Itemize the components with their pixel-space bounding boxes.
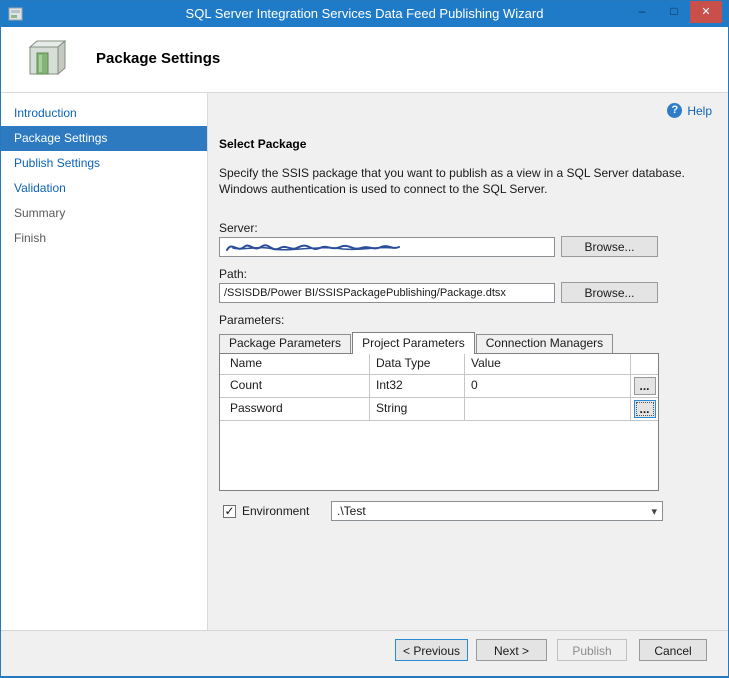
section-description: Specify the SSIS package that you want t… [219, 165, 693, 197]
page-title: Package Settings [96, 50, 220, 67]
environment-dropdown[interactable]: .\Test ▾ [331, 501, 663, 521]
parameters-label: Parameters: [219, 313, 284, 327]
wizard-header: Package Settings [1, 27, 728, 93]
parameters-grid: Name Data Type Value Count Int32 0 ... [220, 354, 658, 421]
sidebar-item-finish: Finish [1, 226, 207, 251]
maximize-button[interactable]: □ [660, 1, 688, 23]
cell-value[interactable] [465, 398, 631, 420]
parameters-block: Package Parameters Project Parameters Co… [219, 331, 659, 491]
chevron-down-icon: ▾ [651, 503, 657, 521]
environment-checkbox[interactable]: ✓ [223, 505, 236, 518]
sidebar-item-package-settings[interactable]: Package Settings [1, 126, 207, 151]
minimize-button[interactable]: – [628, 1, 656, 23]
wizard-footer: < Previous Next > Publish Cancel [1, 630, 728, 676]
table-row[interactable]: Count Int32 0 ... [220, 375, 658, 398]
parameters-grid-panel: Name Data Type Value Count Int32 0 ... [219, 353, 659, 491]
edit-value-button[interactable]: ... [634, 400, 656, 418]
tab-package-parameters[interactable]: Package Parameters [219, 334, 351, 353]
package-settings-icon [25, 38, 67, 80]
parameters-tab-strip: Package Parameters Project Parameters Co… [219, 331, 659, 353]
help-link[interactable]: ? Help [667, 103, 712, 118]
tab-connection-managers[interactable]: Connection Managers [476, 334, 613, 353]
server-input[interactable] [219, 237, 555, 257]
path-label: Path: [219, 267, 247, 281]
main-content: ? Help Select Package Specify the SSIS p… [209, 93, 728, 630]
next-button[interactable]: Next > [476, 639, 547, 661]
environment-label: Environment [242, 504, 309, 518]
title-bar: SQL Server Integration Services Data Fee… [1, 1, 728, 27]
cell-actions: ... [631, 375, 658, 397]
cell-actions: ... [631, 398, 658, 420]
cell-data-type: String [370, 398, 465, 420]
sidebar-item-summary: Summary [1, 201, 207, 226]
section-title: Select Package [219, 137, 306, 151]
publish-button: Publish [557, 639, 627, 661]
help-icon: ? [667, 103, 682, 118]
cell-name: Count [220, 375, 370, 397]
cancel-button[interactable]: Cancel [639, 639, 707, 661]
server-browse-button[interactable]: Browse... [561, 236, 658, 257]
help-label: Help [687, 104, 712, 118]
close-button[interactable]: ✕ [690, 1, 722, 23]
tab-project-parameters[interactable]: Project Parameters [352, 332, 475, 354]
previous-button[interactable]: < Previous [395, 639, 468, 661]
column-header-actions [631, 354, 658, 374]
wizard-window: SQL Server Integration Services Data Fee… [0, 0, 729, 678]
column-header-name[interactable]: Name [220, 354, 370, 374]
column-header-data-type[interactable]: Data Type [370, 354, 465, 374]
wizard-steps-sidebar: Introduction Package Settings Publish Se… [1, 93, 208, 630]
sidebar-item-introduction[interactable]: Introduction [1, 101, 207, 126]
cell-data-type: Int32 [370, 375, 465, 397]
path-browse-button[interactable]: Browse... [561, 282, 658, 303]
edit-value-button[interactable]: ... [634, 377, 656, 395]
environment-selected-value: .\Test [337, 504, 366, 518]
window-title: SQL Server Integration Services Data Fee… [1, 6, 728, 21]
grid-header-row: Name Data Type Value [220, 354, 658, 375]
table-row[interactable]: Password String ... [220, 398, 658, 421]
server-label: Server: [219, 221, 258, 235]
sidebar-item-validation[interactable]: Validation [1, 176, 207, 201]
sidebar-item-publish-settings[interactable]: Publish Settings [1, 151, 207, 176]
cell-name: Password [220, 398, 370, 420]
cell-value[interactable]: 0 [465, 375, 631, 397]
path-input[interactable] [219, 283, 555, 303]
column-header-value[interactable]: Value [465, 354, 631, 374]
